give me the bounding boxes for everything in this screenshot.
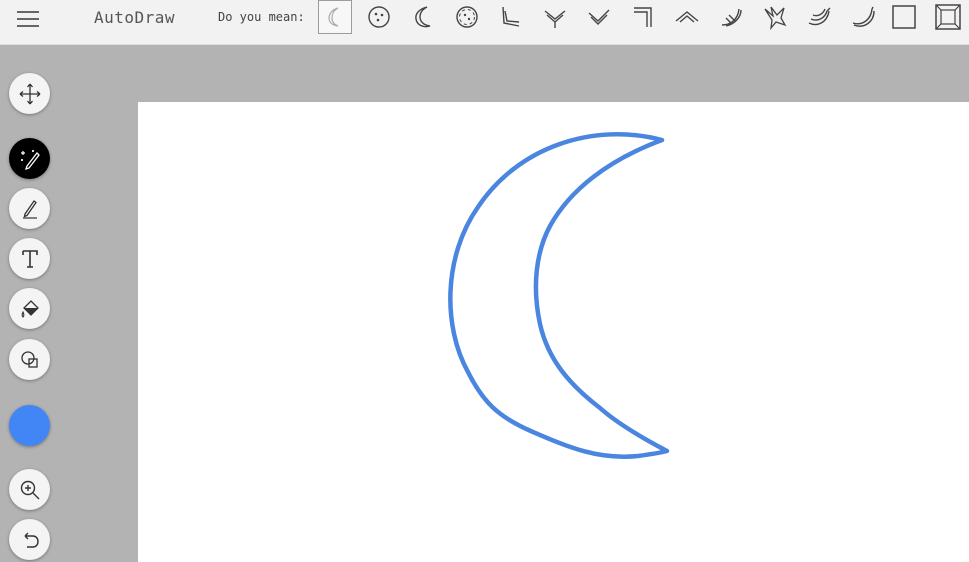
suggestion-pizza[interactable]	[450, 0, 484, 34]
banana-peel-icon	[721, 8, 742, 27]
fish-arrow-icon	[544, 10, 566, 28]
zoom-tool[interactable]	[9, 469, 50, 510]
pencil-icon	[22, 199, 37, 219]
undo-tool[interactable]	[9, 519, 50, 560]
top-bar: AutoDraw Do you mean:	[0, 0, 969, 45]
autodraw-tool[interactable]	[9, 138, 50, 179]
banana-bunch-icon	[808, 7, 831, 26]
hamburger-menu-icon[interactable]	[17, 9, 41, 31]
suggestion-hook[interactable]	[626, 0, 660, 34]
suggestion-banana-bunch[interactable]	[802, 0, 836, 34]
shape-tool[interactable]	[9, 339, 50, 380]
undo-icon	[24, 532, 39, 548]
suggestion-cookie[interactable]	[362, 0, 396, 34]
elbow-pipe-icon	[502, 6, 520, 27]
suggestion-banana-peel[interactable]	[714, 0, 748, 34]
chevron-mustache-icon	[675, 11, 699, 23]
suggestion-fish[interactable]	[538, 0, 572, 34]
draw-tool[interactable]	[9, 188, 50, 229]
crescent-icon	[328, 7, 339, 27]
framed-square-icon	[935, 4, 961, 30]
suggestion-chevron[interactable]	[670, 0, 704, 34]
suggestions-label: Do you mean:	[218, 10, 305, 24]
suggestion-moon[interactable]	[406, 0, 440, 34]
suggestion-crescent[interactable]	[318, 0, 352, 34]
text-icon	[21, 249, 38, 268]
suggestion-check[interactable]	[582, 0, 616, 34]
type-tool[interactable]	[9, 238, 50, 279]
cookie-icon	[368, 6, 390, 28]
magic-pencil-icon	[20, 149, 40, 170]
hook-icon	[634, 7, 652, 27]
suggestion-elbow[interactable]	[494, 0, 528, 34]
pizza-icon	[456, 6, 478, 28]
color-picker[interactable]	[9, 405, 50, 446]
bird-icon	[764, 6, 787, 31]
banana-icon	[852, 6, 875, 27]
paint-bucket-icon	[21, 299, 39, 318]
move-icon	[19, 83, 40, 104]
app-title: AutoDraw	[94, 8, 176, 27]
drawing-canvas[interactable]	[138, 102, 969, 562]
move-tool[interactable]	[9, 73, 50, 114]
suggestion-square[interactable]	[887, 0, 921, 34]
suggestion-bird[interactable]	[758, 0, 792, 34]
shapes-icon	[20, 350, 38, 368]
fill-tool[interactable]	[9, 288, 50, 329]
zoom-in-icon	[20, 480, 39, 499]
square-icon	[892, 5, 916, 29]
check-arrow-icon	[588, 9, 610, 25]
suggestion-framed-square[interactable]	[931, 0, 965, 34]
suggestion-banana[interactable]	[846, 0, 880, 34]
moon-icon	[415, 6, 431, 28]
crescent-moon-drawing	[448, 132, 670, 459]
